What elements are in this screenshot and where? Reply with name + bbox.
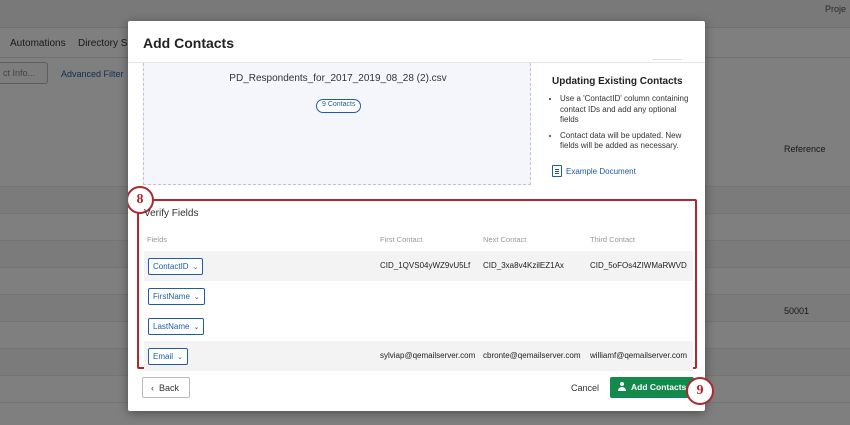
document-icon [552, 165, 562, 177]
third-contact-value: CID_5oFOs4ZIWMaRWVD [590, 261, 687, 270]
info-bullet: Use a 'ContactID' column containing cont… [560, 94, 690, 126]
uploaded-file-name: PD_Respondents_for_2017_2019_08_28 (2).c… [229, 73, 447, 84]
table-row: LastName ⌄ [144, 311, 693, 341]
back-button[interactable]: ‹ Back [142, 377, 190, 398]
chevron-down-icon: ⌄ [177, 354, 183, 361]
contact-count-badge: 9 Contacts [316, 99, 362, 113]
info-bullets: Use a 'ContactID' column containing cont… [560, 94, 690, 157]
dialog-footer: ‹ Back Cancel Add Contacts [128, 371, 705, 411]
verify-fields-section: 8 Verify Fields Fields First Contact Nex… [128, 186, 697, 371]
add-contacts-button[interactable]: Add Contacts [610, 377, 694, 398]
next-contact-value: CID_3xa8v4KzilEZ1Ax [483, 261, 564, 270]
file-upload-area[interactable]: PD_Respondents_for_2017_2019_08_28 (2).c… [143, 63, 531, 185]
step-9-callout: 9 [686, 377, 714, 405]
cancel-button[interactable]: Cancel [571, 383, 599, 393]
example-document-label: Example Document [566, 166, 636, 176]
add-person-icon [618, 382, 628, 391]
third-contact-value: williamf@qemailserver.com [590, 351, 688, 360]
chevron-down-icon: ⌄ [192, 264, 199, 271]
info-title: Updating Existing Contacts [552, 76, 683, 87]
first-contact-value: sylviap@qemailserver.com [380, 351, 476, 360]
field-select-email[interactable]: Email ⌄ [148, 348, 188, 365]
header-next-contact: Next Contact [483, 235, 527, 244]
info-bullet: Contact data will be updated. New fields… [560, 131, 690, 152]
dialog-title: Add Contacts [143, 35, 234, 51]
info-cut-text [652, 59, 682, 64]
back-chevron-icon: ‹ [151, 383, 154, 393]
chevron-down-icon: ⌄ [193, 324, 200, 331]
verify-fields-title: Verify Fields [144, 208, 199, 219]
field-select-lastname[interactable]: LastName ⌄ [148, 318, 205, 335]
next-contact-value: cbronte@qemailserver.com [483, 351, 581, 360]
table-row: Email ⌄ sylviap@qemailserver.com cbronte@… [144, 341, 693, 371]
dialog-header: Add Contacts [128, 21, 705, 63]
header-first-contact: First Contact [380, 235, 423, 244]
field-select-contactid[interactable]: ContactID ⌄ [148, 258, 204, 275]
add-contacts-dialog: Add Contacts PD_Respondents_for_2017_201… [128, 21, 705, 411]
example-document-link[interactable]: Example Document [552, 165, 636, 177]
header-third-contact: Third Contact [590, 235, 636, 244]
table-row: ContactID ⌄ CID_1QVS04yWZ9vU5Lf CID_3xa8v… [144, 251, 693, 281]
first-contact-value: CID_1QVS04yWZ9vU5Lf [380, 261, 471, 270]
header-fields: Fields [147, 235, 168, 244]
